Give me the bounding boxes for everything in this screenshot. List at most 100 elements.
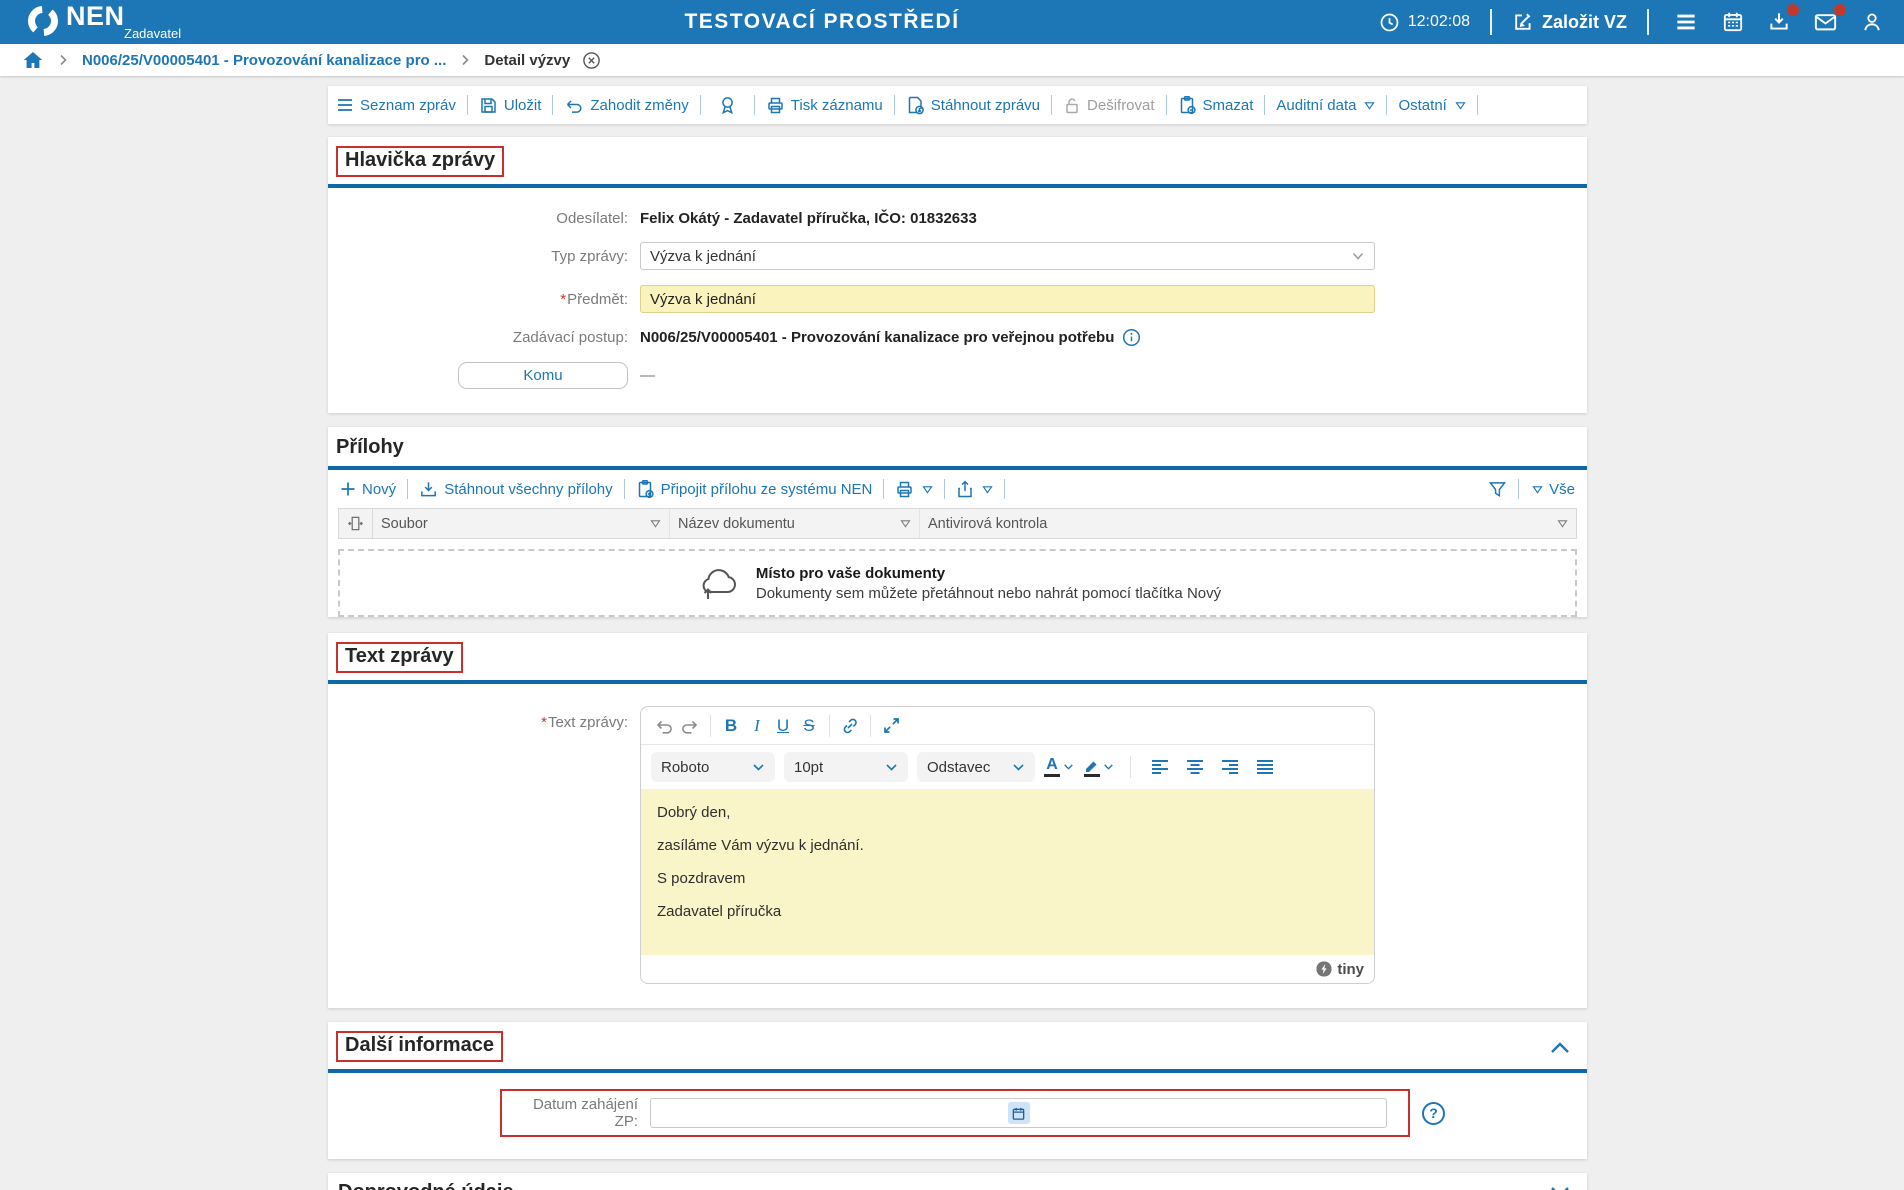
column-settings-button[interactable] (339, 509, 373, 538)
section-attachments: Přílohy Nový Stáhnout všechny přílohy Př… (328, 427, 1587, 617)
delete-button[interactable]: Smazat (1178, 95, 1254, 115)
download-all-attachments-button[interactable]: Stáhnout všechny přílohy (419, 480, 612, 499)
save-button[interactable]: Uložit (479, 96, 542, 115)
chevron-down-icon (1012, 763, 1025, 772)
column-header-file[interactable]: Soubor (373, 509, 669, 538)
editor-content[interactable]: Dobrý den, zasíláme Vám výzvu k jednání.… (641, 789, 1374, 955)
section-message-text: Text zprávy *Text zprávy: B I U S (328, 633, 1587, 1008)
home-icon[interactable] (22, 50, 44, 70)
block-format-select[interactable]: Odstavec (917, 752, 1035, 782)
text-color-button[interactable]: A (1044, 757, 1074, 777)
help-icon[interactable]: ? (1422, 1102, 1445, 1125)
dropdown-triangle-icon (1364, 101, 1375, 110)
editor-status-bar: tiny (641, 955, 1374, 983)
clipboard-attach-icon (636, 479, 655, 499)
download-message-button[interactable]: Stáhnout zprávu (906, 95, 1040, 115)
downloads-button[interactable] (1763, 6, 1795, 38)
create-vz-button[interactable]: Založit VZ (1512, 11, 1627, 33)
align-center-button[interactable] (1182, 754, 1208, 780)
info-icon[interactable] (1122, 328, 1141, 347)
filter-triangle-icon[interactable] (650, 519, 661, 528)
other-button[interactable]: Ostatní (1398, 97, 1465, 114)
bold-button[interactable]: B (718, 713, 744, 739)
fullscreen-button[interactable] (878, 713, 904, 739)
dropdown-triangle-icon (1455, 101, 1466, 110)
new-attachment-button[interactable]: Nový (340, 481, 396, 498)
subject-input[interactable] (640, 285, 1375, 313)
italic-button[interactable]: I (744, 713, 770, 739)
ribbon-icon (718, 95, 737, 116)
filter-button[interactable] (1488, 480, 1507, 499)
align-right-button[interactable] (1217, 754, 1243, 780)
undo-button[interactable] (651, 713, 677, 739)
audit-data-button[interactable]: Auditní data (1276, 97, 1375, 114)
collapse-section-icon[interactable] (1549, 1040, 1571, 1054)
messages-button[interactable] (1809, 6, 1842, 38)
section-accompanying-data: Doprovodné údaje (328, 1173, 1587, 1190)
filter-triangle-icon[interactable] (900, 519, 911, 528)
clipboard-delete-icon (1178, 95, 1197, 115)
nen-brand[interactable]: NEN Zadavatel (26, 4, 181, 41)
message-list-button[interactable]: Seznam zpráv (336, 97, 456, 114)
tiny-brand-text[interactable]: tiny (1337, 961, 1364, 978)
column-header-document-name[interactable]: Název dokumentu (669, 509, 919, 538)
user-profile-button[interactable] (1856, 6, 1888, 38)
dropzone-title: Místo pro vaše dokumenty (756, 565, 1221, 582)
main-menu-button[interactable] (1669, 7, 1703, 37)
discard-changes-button[interactable]: Zahodit změny (564, 97, 688, 114)
expand-section-icon[interactable] (1549, 1186, 1571, 1190)
decrypt-button[interactable]: Dešifrovat (1063, 96, 1155, 115)
attachments-dropzone[interactable]: Místo pro vaše dokumenty Dokumenty sem m… (338, 549, 1577, 617)
chevron-down-icon (1063, 763, 1074, 771)
highlight-color-button[interactable] (1083, 758, 1114, 777)
procedure-label: Zadávací postup: (328, 329, 628, 346)
date-field-highlight: Datum zahájení ZP: (500, 1089, 1410, 1137)
dropdown-triangle-icon (982, 485, 993, 494)
font-size-select[interactable]: 10pt (784, 752, 908, 782)
topbar-divider (1647, 9, 1649, 35)
sender-value: Felix Okátý - Zadavatel příručka, IČO: 0… (640, 210, 977, 227)
required-marker: * (541, 714, 547, 731)
environment-title: TESTOVACÍ PROSTŘEDÍ (684, 10, 959, 34)
date-picker-calendar-icon[interactable] (1008, 1102, 1030, 1124)
show-all-filter-button[interactable]: Vše (1530, 481, 1575, 498)
plus-icon (340, 481, 356, 497)
subject-label: *Předmět: (328, 291, 628, 308)
edit-icon (1512, 11, 1534, 33)
chevron-down-icon (752, 763, 765, 772)
section-title-attachments: Přílohy (336, 436, 404, 459)
align-justify-button[interactable] (1252, 754, 1278, 780)
dropzone-subtitle: Dokumenty sem můžete přetáhnout nebo nah… (756, 585, 1221, 602)
section-title-message-text: Text zprávy (336, 642, 463, 673)
section-message-header: Hlavička zprávy Odesílatel: Felix Okátý … (328, 137, 1587, 413)
nen-logo-icon (26, 4, 60, 38)
strikethrough-button[interactable]: S (796, 713, 822, 739)
redo-button[interactable] (677, 713, 703, 739)
calendar-button[interactable] (1717, 6, 1749, 38)
to-recipients-button[interactable]: Komu (458, 362, 628, 389)
print-attachments-button[interactable] (895, 480, 933, 499)
message-type-select[interactable]: Výzva k jednání (640, 242, 1375, 270)
chevron-right-icon (56, 53, 70, 67)
filter-triangle-icon[interactable] (1557, 519, 1568, 528)
underline-button[interactable]: U (770, 713, 796, 739)
export-attachments-button[interactable] (956, 480, 993, 499)
attach-from-nen-button[interactable]: Připojit přílohu ze systému NEN (636, 479, 873, 499)
attachments-table-header: Soubor Název dokumentu Antivirová kontro… (338, 508, 1577, 539)
print-record-button[interactable]: Tisk záznamu (766, 96, 883, 115)
align-left-button[interactable] (1147, 754, 1173, 780)
dropdown-triangle-icon (1532, 485, 1543, 494)
editor-paragraph: Zadavatel příručka (657, 903, 1358, 920)
action-toolbar: Seznam zpráv Uložit Zahodit změny Tisk z… (328, 86, 1587, 124)
font-family-select[interactable]: Roboto (651, 752, 775, 782)
seal-button[interactable] (712, 95, 743, 116)
column-header-antivirus[interactable]: Antivirová kontrola (919, 509, 1576, 538)
close-tab-icon[interactable] (582, 51, 601, 70)
save-icon (479, 96, 498, 115)
funnel-icon (1488, 480, 1507, 499)
link-button[interactable] (837, 713, 863, 739)
share-export-icon (956, 480, 974, 499)
breadcrumb-procedure-link[interactable]: N006/25/V00005401 - Provozování kanaliza… (82, 52, 446, 69)
document-download-icon (906, 95, 925, 115)
unlock-icon (1063, 96, 1081, 115)
